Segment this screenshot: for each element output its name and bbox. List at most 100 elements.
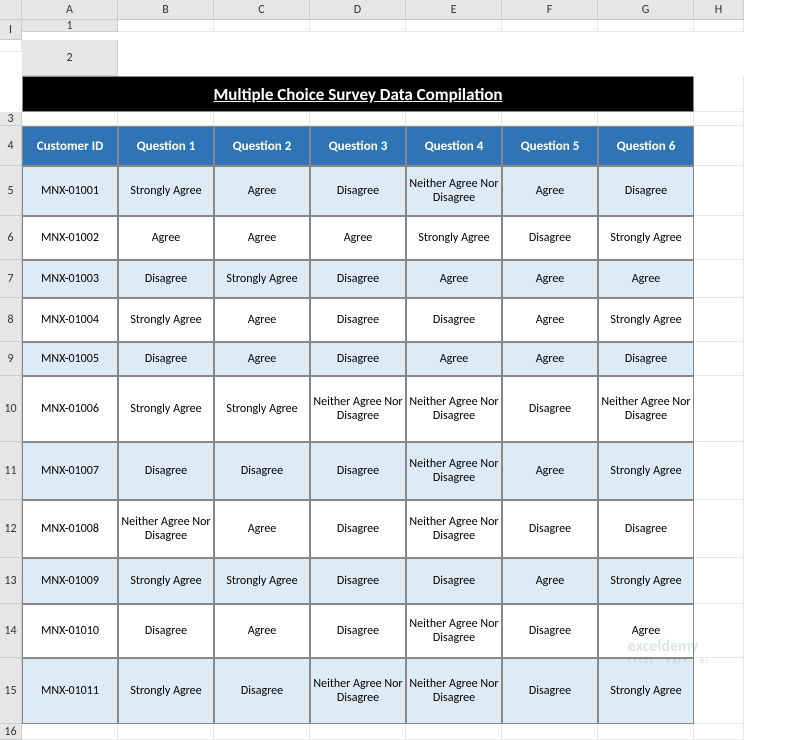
column-header-i[interactable]: I <box>0 20 22 40</box>
row-header-10[interactable]: 10 <box>0 376 22 442</box>
answer-cell[interactable]: Strongly Agree <box>118 558 214 604</box>
cell-i10[interactable] <box>694 376 744 442</box>
empty-cell[interactable] <box>118 20 214 32</box>
row-header-1[interactable]: 1 <box>22 20 118 32</box>
answer-cell[interactable]: Disagree <box>406 558 502 604</box>
empty-cell[interactable] <box>406 112 502 126</box>
empty-cell[interactable] <box>598 20 694 32</box>
answer-cell[interactable]: Agree <box>406 342 502 376</box>
empty-cell[interactable] <box>310 20 406 32</box>
answer-cell[interactable]: Agree <box>502 166 598 216</box>
row-header-16[interactable]: 16 <box>0 724 22 740</box>
cell-i6[interactable] <box>694 216 744 260</box>
empty-cell[interactable] <box>118 724 214 740</box>
column-header-e[interactable]: E <box>406 0 502 20</box>
answer-cell[interactable]: Disagree <box>598 166 694 216</box>
row-header-13[interactable]: 13 <box>0 558 22 604</box>
empty-cell[interactable] <box>214 724 310 740</box>
answer-cell[interactable]: Agree <box>310 216 406 260</box>
cell-i12[interactable] <box>694 500 744 558</box>
answer-cell[interactable]: Disagree <box>598 500 694 558</box>
answer-cell[interactable]: Disagree <box>502 500 598 558</box>
customer-id-cell[interactable]: MNX-01005 <box>22 342 118 376</box>
empty-cell[interactable] <box>598 112 694 126</box>
customer-id-cell[interactable]: MNX-01008 <box>22 500 118 558</box>
answer-cell[interactable]: Disagree <box>406 298 502 342</box>
answer-cell[interactable]: Agree <box>118 216 214 260</box>
row-header-9[interactable]: 9 <box>0 342 22 376</box>
row-header-8[interactable]: 8 <box>0 298 22 342</box>
cell-i11[interactable] <box>694 442 744 500</box>
row-header-12[interactable]: 12 <box>0 500 22 558</box>
answer-cell[interactable]: Disagree <box>310 558 406 604</box>
row-header-3[interactable]: 3 <box>0 112 22 126</box>
empty-cell[interactable] <box>694 724 744 740</box>
answer-cell[interactable]: Disagree <box>310 442 406 500</box>
empty-cell[interactable] <box>502 20 598 32</box>
empty-cell[interactable] <box>22 112 118 126</box>
answer-cell[interactable]: Strongly Agree <box>598 442 694 500</box>
answer-cell[interactable]: Strongly Agree <box>118 298 214 342</box>
answer-cell[interactable]: Neither Agree Nor Disagree <box>406 442 502 500</box>
answer-cell[interactable]: Agree <box>502 298 598 342</box>
answer-cell[interactable]: Agree <box>502 442 598 500</box>
answer-cell[interactable]: Neither Agree Nor Disagree <box>118 500 214 558</box>
answer-cell[interactable]: Neither Agree Nor Disagree <box>406 166 502 216</box>
row-header-4[interactable]: 4 <box>0 126 22 166</box>
answer-cell[interactable]: Agree <box>598 260 694 298</box>
answer-cell[interactable]: Strongly Agree <box>118 376 214 442</box>
answer-cell[interactable]: Agree <box>214 500 310 558</box>
empty-cell[interactable] <box>598 724 694 740</box>
answer-cell[interactable]: Strongly Agree <box>214 558 310 604</box>
cell-i14[interactable] <box>694 604 744 658</box>
row-header-14[interactable]: 14 <box>0 604 22 658</box>
answer-cell[interactable]: Agree <box>502 558 598 604</box>
answer-cell[interactable]: Disagree <box>310 500 406 558</box>
answer-cell[interactable]: Disagree <box>598 342 694 376</box>
cell-i8[interactable] <box>694 298 744 342</box>
empty-cell[interactable] <box>118 112 214 126</box>
empty-cell[interactable] <box>214 112 310 126</box>
answer-cell[interactable]: Neither Agree Nor Disagree <box>310 658 406 724</box>
row-header-7[interactable]: 7 <box>0 260 22 298</box>
answer-cell[interactable]: Disagree <box>502 376 598 442</box>
column-header-h[interactable]: H <box>694 0 744 20</box>
answer-cell[interactable]: Strongly Agree <box>118 166 214 216</box>
answer-cell[interactable]: Disagree <box>502 216 598 260</box>
column-header-a[interactable]: A <box>22 0 118 20</box>
cell-i13[interactable] <box>694 558 744 604</box>
answer-cell[interactable]: Strongly Agree <box>214 260 310 298</box>
empty-cell[interactable] <box>310 724 406 740</box>
answer-cell[interactable]: Strongly Agree <box>214 376 310 442</box>
answer-cell[interactable]: Agree <box>502 260 598 298</box>
empty-cell[interactable] <box>406 20 502 32</box>
answer-cell[interactable]: Agree <box>214 216 310 260</box>
answer-cell[interactable]: Disagree <box>118 442 214 500</box>
column-header-d[interactable]: D <box>310 0 406 20</box>
cell-i15[interactable] <box>694 658 744 724</box>
answer-cell[interactable]: Strongly Agree <box>118 658 214 724</box>
answer-cell[interactable]: Disagree <box>502 658 598 724</box>
cell-i2[interactable] <box>694 76 744 112</box>
column-header-b[interactable]: B <box>118 0 214 20</box>
customer-id-cell[interactable]: MNX-01004 <box>22 298 118 342</box>
empty-cell[interactable] <box>22 724 118 740</box>
customer-id-cell[interactable]: MNX-01011 <box>22 658 118 724</box>
customer-id-cell[interactable]: MNX-01002 <box>22 216 118 260</box>
answer-cell[interactable]: Disagree <box>310 260 406 298</box>
empty-cell[interactable] <box>502 724 598 740</box>
row-header-15[interactable]: 15 <box>0 658 22 724</box>
empty-cell[interactable] <box>214 20 310 32</box>
answer-cell[interactable]: Disagree <box>118 604 214 658</box>
row-header-2[interactable]: 2 <box>22 40 118 76</box>
empty-cell[interactable] <box>0 40 22 52</box>
empty-cell[interactable] <box>502 112 598 126</box>
answer-cell[interactable]: Disagree <box>310 166 406 216</box>
customer-id-cell[interactable]: MNX-01001 <box>22 166 118 216</box>
empty-cell[interactable] <box>694 20 744 32</box>
customer-id-cell[interactable]: MNX-01010 <box>22 604 118 658</box>
customer-id-cell[interactable]: MNX-01009 <box>22 558 118 604</box>
answer-cell[interactable]: Agree <box>214 604 310 658</box>
answer-cell[interactable]: Agree <box>214 342 310 376</box>
cell-i9[interactable] <box>694 342 744 376</box>
